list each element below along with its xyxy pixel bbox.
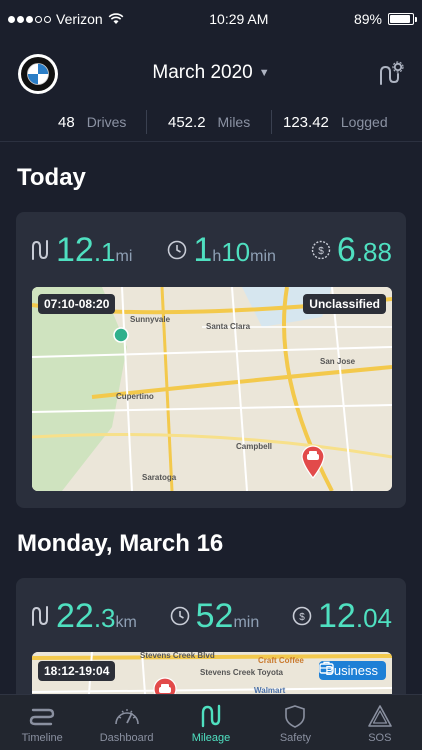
route-icon — [30, 239, 50, 261]
battery-icon — [387, 13, 417, 25]
drive-card-monday[interactable]: 22 .3 km 52 min $ 12 .04 Stevens Creek B… — [16, 578, 406, 708]
value-stat: $ 6 .88 — [311, 231, 392, 270]
drive-card-today[interactable]: 12 .1 mi 1 h 10 min $ 6 .88 Sunnyvale Sa… — [16, 212, 406, 508]
time-range-badge: 18:12-19:04 — [38, 661, 116, 681]
signal-strength-icon — [8, 15, 51, 23]
tab-safety[interactable]: Safety — [253, 695, 337, 750]
month-selector[interactable]: March 2020 ▼ — [0, 62, 422, 84]
distance-stat: 22 .3 km — [30, 597, 137, 636]
map-label: Campbell — [236, 442, 273, 451]
tab-sos[interactable]: SOS — [338, 695, 422, 750]
drive-stats: 22 .3 km 52 min $ 12 .04 — [30, 596, 392, 636]
clock-icon — [167, 240, 187, 260]
mileage-icon — [201, 704, 221, 728]
clock: 10:29 AM — [209, 11, 269, 27]
drive-stats: 12 .1 mi 1 h 10 min $ 6 .88 — [30, 230, 392, 270]
route-map[interactable]: Sunnyvale Santa Clara San Jose Cupertino… — [32, 287, 392, 491]
duration-stat: 1 h 10 min — [167, 231, 276, 270]
summary-logged: 123.42 Logged — [283, 113, 388, 131]
dollar-coin-icon: $ — [311, 240, 331, 260]
map-label: Sunnyvale — [130, 315, 171, 324]
section-title-today: Today — [17, 164, 86, 191]
battery-percent: 89% — [353, 11, 382, 27]
carrier-label: Verizon — [56, 11, 103, 27]
classification-badge[interactable]: Unclassified — [303, 294, 386, 314]
section-title-monday: Monday, March 16 — [17, 530, 224, 557]
map-label: Stevens Creek Toyota — [200, 668, 283, 677]
dollar-coin-icon: $ — [292, 606, 312, 626]
map-label: Saratoga — [142, 473, 177, 482]
map-roads — [32, 287, 392, 491]
value-stat: $ 12 .04 — [292, 597, 392, 636]
duration-stat: 52 min — [170, 597, 259, 636]
tab-bar: Timeline Dashboard Mileage Safety SOS — [0, 694, 422, 750]
map-label: Craft Coffee — [258, 656, 304, 665]
status-bar: Verizon 10:29 AM 89% — [0, 0, 422, 38]
header: March 2020 ▼ — [0, 50, 422, 98]
monthly-summary: 48 Drives 452.2 Miles 123.42 Logged — [0, 108, 422, 136]
map-label: Santa Clara — [206, 322, 251, 331]
classification-badge[interactable]: Business — [319, 661, 386, 680]
chevron-down-icon: ▼ — [258, 67, 270, 79]
dashboard-icon — [114, 709, 139, 725]
route-settings-icon[interactable] — [376, 60, 404, 88]
map-label: Stevens Creek Blvd — [140, 652, 215, 660]
month-label: March 2020 — [152, 62, 253, 83]
timeline-icon — [30, 708, 55, 726]
summary-miles: 452.2 Miles — [168, 113, 251, 131]
distance-stat: 12 .1 mi — [30, 231, 132, 270]
tab-mileage[interactable]: Mileage — [169, 695, 253, 750]
wifi-icon — [108, 13, 124, 24]
svg-text:$: $ — [299, 612, 305, 623]
route-icon — [30, 605, 50, 627]
svg-text:$: $ — [318, 246, 324, 257]
clock-icon — [170, 606, 190, 626]
map-label: Cupertino — [116, 392, 154, 401]
start-point-icon — [113, 327, 129, 343]
tab-timeline[interactable]: Timeline — [0, 695, 84, 750]
sos-warning-icon — [368, 705, 392, 727]
map-label: San Jose — [320, 357, 356, 366]
safety-shield-icon — [285, 705, 306, 728]
summary-drives: 48 Drives — [58, 113, 127, 131]
destination-car-pin-icon — [301, 445, 325, 479]
briefcase-icon — [319, 661, 334, 674]
time-range-badge: 07:10-08:20 — [38, 294, 116, 314]
tab-dashboard[interactable]: Dashboard — [84, 695, 168, 750]
divider — [0, 141, 422, 142]
